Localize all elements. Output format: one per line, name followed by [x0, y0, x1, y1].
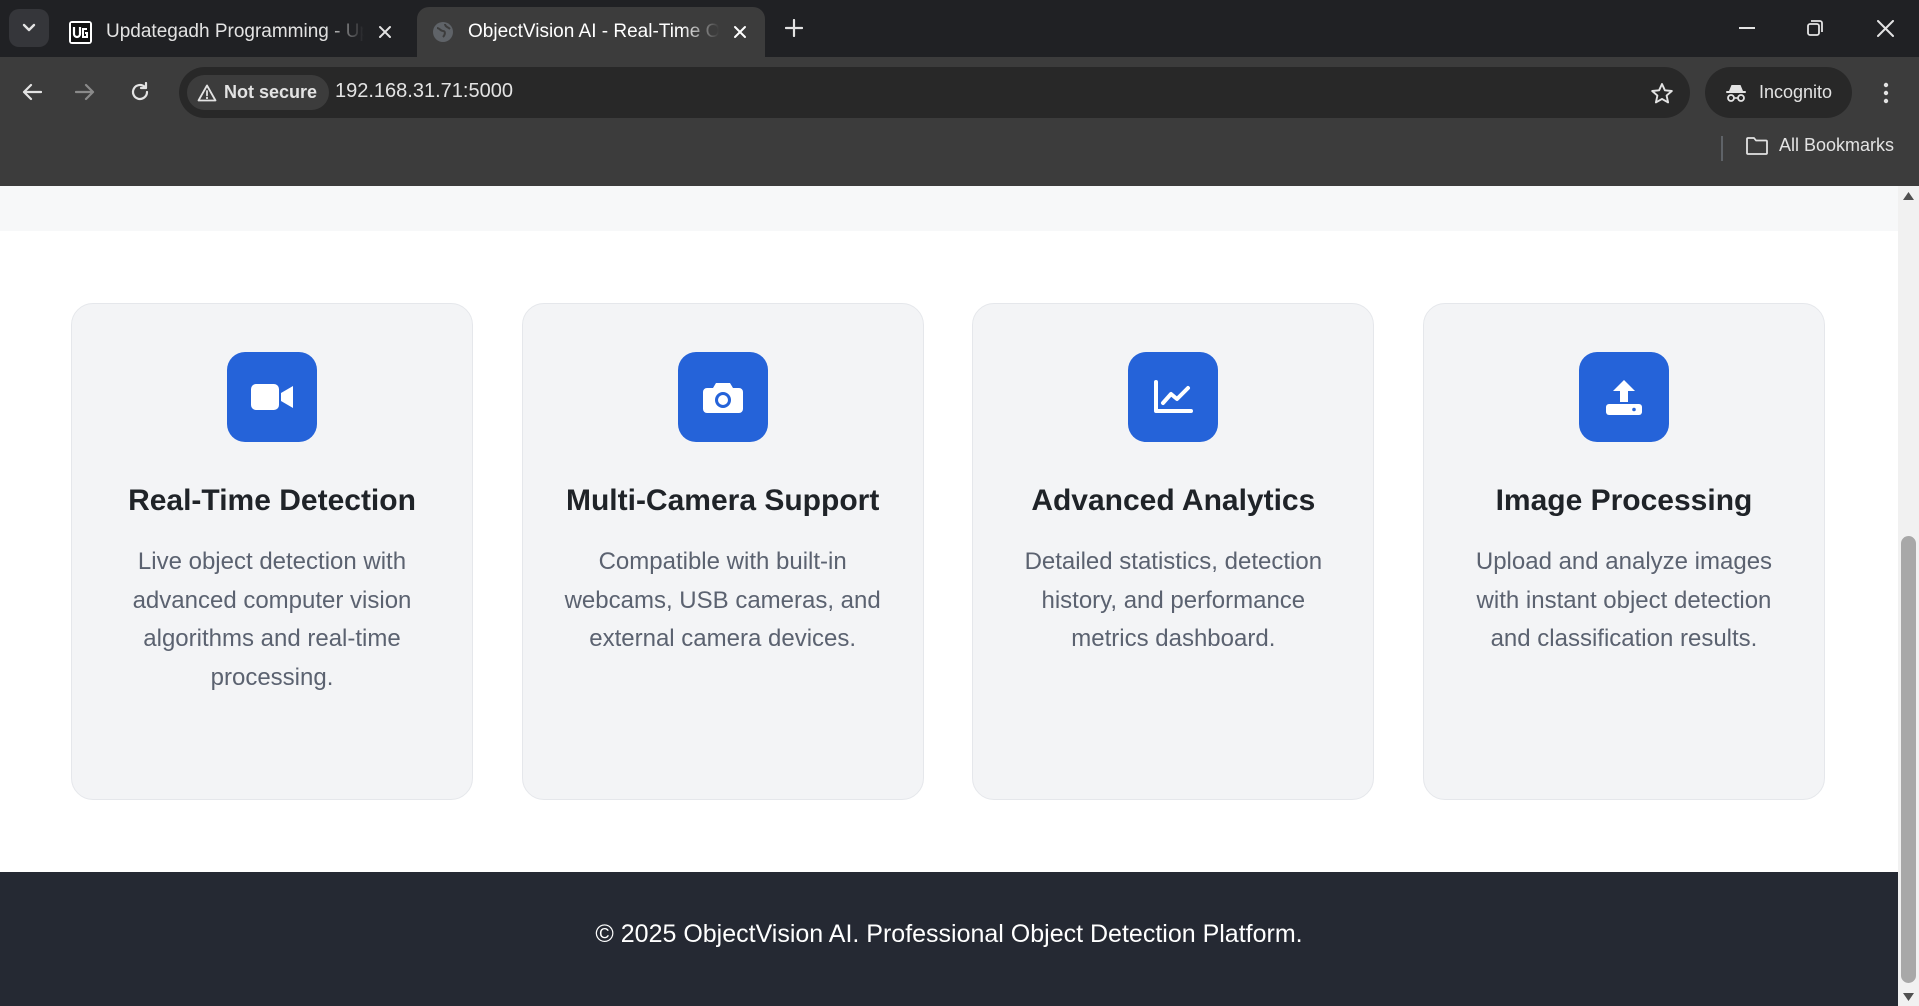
minimize-icon: [1739, 27, 1755, 29]
tab-objectvision[interactable]: ObjectVision AI - Real-Time Obj: [417, 7, 765, 57]
restore-button[interactable]: [1791, 8, 1839, 48]
tab-search-button[interactable]: [9, 9, 49, 47]
scroll-up-arrow-icon[interactable]: [1902, 189, 1915, 202]
feature-title: Multi-Camera Support: [565, 484, 880, 517]
chart-line-icon: [1128, 352, 1219, 442]
tab-title: ObjectVision AI - Real-Time Obj: [468, 21, 719, 42]
security-indicator[interactable]: Not secure: [187, 75, 330, 110]
plus-icon: [785, 19, 803, 37]
feature-description: Live object detection with advanced comp…: [132, 548, 412, 691]
close-icon[interactable]: [729, 21, 751, 43]
back-arrow-icon: [22, 83, 42, 101]
url-text[interactable]: 192.168.31.71:5000: [335, 80, 513, 103]
feature-card-real-time-detection: Real-Time Detection Live object detectio…: [71, 303, 473, 800]
reload-button[interactable]: [121, 73, 159, 111]
previous-section-edge: [0, 186, 1898, 231]
security-label: Not secure: [224, 82, 318, 102]
page-viewport: Real-Time Detection Live object detectio…: [0, 186, 1898, 1006]
forward-arrow-icon: [75, 83, 95, 101]
feature-description: Upload and analyze images with instant o…: [1475, 548, 1773, 652]
reload-icon: [131, 82, 149, 101]
more-vert-icon: [1883, 82, 1889, 104]
incognito-label: Incognito: [1759, 82, 1833, 102]
video-camera-icon: [227, 352, 317, 442]
tab-updategadh[interactable]: Updategadh Programming - Up: [55, 7, 410, 57]
restore-icon: [1807, 20, 1823, 36]
folder-icon: [1746, 136, 1768, 155]
globe-icon: [431, 21, 454, 44]
page-footer: © 2025 ObjectVision AI. Professional Obj…: [0, 872, 1898, 1006]
close-window-button[interactable]: [1861, 8, 1909, 48]
incognito-indicator[interactable]: Incognito: [1705, 67, 1852, 118]
feature-description: Compatible with built-in webcams, USB ca…: [564, 548, 881, 652]
scroll-thumb[interactable]: [1901, 536, 1916, 983]
tab-strip: Updategadh Programming - Up ObjectVision…: [0, 0, 1919, 57]
feature-title: Image Processing: [1495, 484, 1753, 517]
chevron-down-icon: [22, 23, 36, 32]
feature-title: Advanced Analytics: [1031, 484, 1316, 517]
incognito-icon: [1726, 84, 1746, 102]
forward-button[interactable]: [66, 73, 104, 111]
close-icon[interactable]: [374, 21, 396, 43]
new-tab-button[interactable]: [780, 14, 808, 42]
page-scrollbar[interactable]: [1898, 186, 1919, 1006]
camera-icon: [677, 352, 768, 442]
all-bookmarks-button[interactable]: All Bookmarks: [1745, 135, 1894, 156]
browser-menu-button[interactable]: [1870, 75, 1902, 111]
scroll-down-arrow-icon[interactable]: [1902, 990, 1915, 1003]
address-bar[interactable]: Not secure 192.168.31.71:5000: [179, 67, 1690, 118]
tab-title: Updategadh Programming - Up: [106, 21, 364, 42]
footer-copyright: © 2025 ObjectVision AI. Professional Obj…: [595, 919, 1303, 948]
back-button[interactable]: [13, 73, 51, 111]
star-icon: [1651, 82, 1673, 103]
bookmarks-divider: [1721, 136, 1723, 161]
browser-toolbar: Not secure 192.168.31.71:5000 Incognito …: [0, 57, 1919, 186]
features-grid: Real-Time Detection Live object detectio…: [71, 303, 1825, 800]
feature-card-multi-camera-support: Multi-Camera Support Compatible with bui…: [521, 303, 924, 800]
updategadh-logo-icon: [69, 20, 92, 44]
upload-icon: [1578, 352, 1669, 442]
close-icon: [1876, 19, 1894, 37]
bookmark-star-button[interactable]: [1648, 79, 1676, 107]
feature-description: Detailed statistics, detection history, …: [1024, 548, 1323, 652]
all-bookmarks-label: All Bookmarks: [1779, 135, 1895, 155]
feature-card-image-processing: Image Processing Upload and analyze imag…: [1422, 303, 1825, 800]
warning-icon: [197, 84, 217, 101]
feature-title: Real-Time Detection: [128, 484, 416, 517]
feature-card-advanced-analytics: Advanced Analytics Detailed statistics, …: [972, 303, 1375, 800]
minimize-button[interactable]: [1723, 8, 1771, 48]
